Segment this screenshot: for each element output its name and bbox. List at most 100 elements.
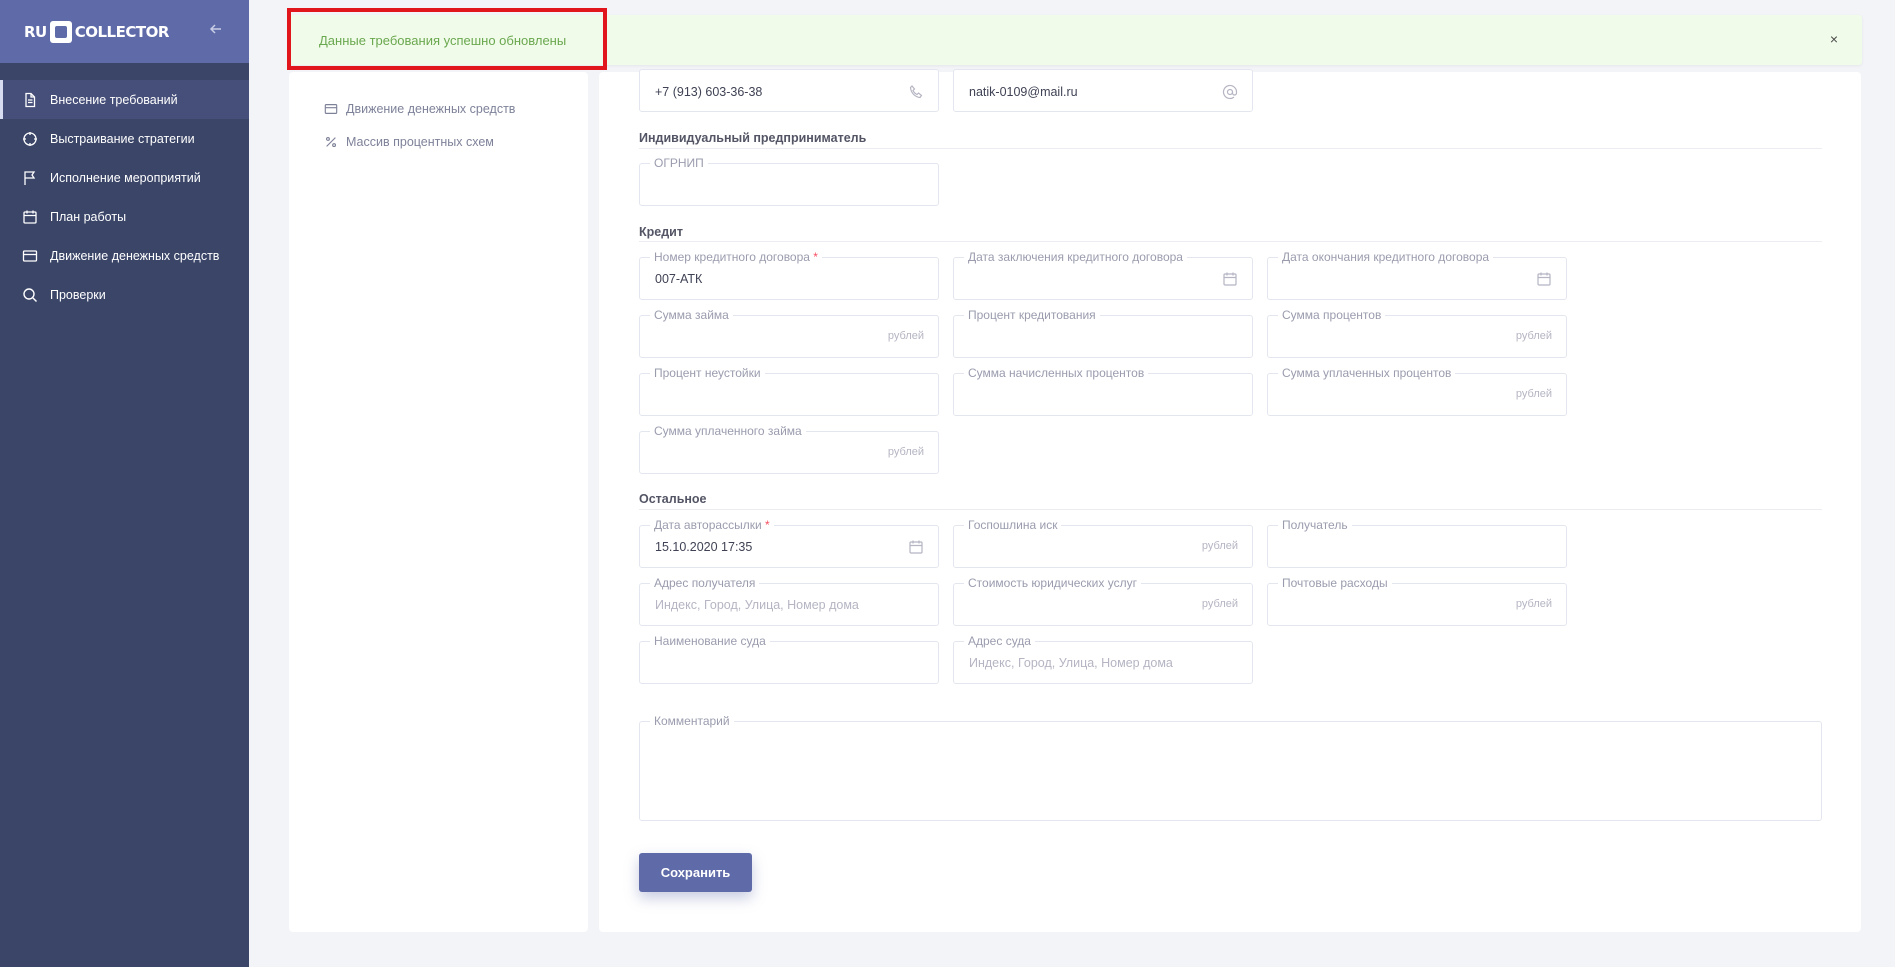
paid-loan-label: Сумма уплаченного займа [650,425,806,438]
postal-cost-field[interactable]: Почтовые расходы рублей [1267,577,1567,626]
at-icon [1222,84,1238,100]
label-text: Номер кредитного договора [654,250,810,264]
contract-date-field[interactable]: Дата заключения кредитного договора [953,251,1253,300]
section-title-ip: Индивидуальный предприниматель [639,131,867,145]
paid-percent-label: Сумма уплаченных процентов [1278,367,1456,380]
section-divider [639,509,1822,510]
loan-sum-field[interactable]: Сумма займа рублей [639,309,939,358]
highlight-annotation-box [287,8,607,70]
logo-text-left: RU [24,22,47,41]
credit-percent-field[interactable]: Процент кредитования [953,309,1253,358]
close-icon[interactable]: × [1830,31,1838,47]
phone-icon [908,84,924,100]
sidebar-item-plan[interactable]: План работы [0,197,249,236]
legal-cost-field[interactable]: Стоимость юридических услуг рублей [953,577,1253,626]
paid-percent-field[interactable]: Сумма уплаченных процентов рублей [1267,367,1567,416]
duty-field[interactable]: Госпошлина иск рублей [953,519,1253,568]
search-icon [22,287,38,303]
contract-number-label: Номер кредитного договора * [650,251,822,264]
contract-number-value: 007-АТК [655,272,703,286]
required-mark: * [765,518,770,532]
recipient-address-field[interactable]: Адрес получателя Индекс, Город, Улица, Н… [639,577,939,626]
subnav-item-percent-schemes[interactable]: Массив процентных схем [324,135,494,149]
accrued-percent-label: Сумма начисленных процентов [964,367,1149,380]
calendar-icon[interactable] [1536,271,1552,287]
currency-suffix: рублей [887,446,924,458]
currency-suffix: рублей [1201,540,1238,552]
recipient-label: Получатель [1278,519,1352,532]
subnav-item-cashflow[interactable]: Движение денежных средств [324,102,515,116]
contract-date-label: Дата заключения кредитного договора [964,251,1187,264]
contract-end-date-field[interactable]: Дата окончания кредитного договора [1267,251,1567,300]
email-field[interactable]: natik-0109@mail.ru [953,69,1253,112]
court-name-label: Наименование суда [650,635,770,648]
court-name-field[interactable]: Наименование суда [639,635,939,684]
autosend-date-field[interactable]: Дата авторассылки * 15.10.2020 17:35 [639,519,939,568]
phone-field[interactable]: +7 (913) 603-36-38 [639,69,939,112]
currency-suffix: рублей [1515,598,1552,610]
save-button[interactable]: Сохранить [639,853,752,892]
section-title-credit: Кредит [639,225,683,239]
sidebar-item-label: Проверки [50,287,106,302]
sidebar-item-label: Внесение требований [50,92,178,107]
contract-number-field[interactable]: Номер кредитного договора * 007-АТК [639,251,939,300]
ogrnip-field[interactable]: ОГРНИП [639,157,939,206]
arrow-left-icon[interactable] [209,22,223,41]
left-subnav-panel: Движение денежных средств Массив процент… [289,72,588,932]
crosshair-icon [22,131,38,147]
percent-sum-field[interactable]: Сумма процентов рублей [1267,309,1567,358]
recipient-address-label: Адрес получателя [650,577,760,590]
court-address-field[interactable]: Адрес суда Индекс, Город, Улица, Номер д… [953,635,1253,684]
percent-icon [325,136,337,148]
currency-suffix: рублей [887,330,924,342]
autosend-value: 15.10.2020 17:35 [655,540,753,554]
subnav-item-label: Массив процентных схем [346,135,494,149]
legal-cost-label: Стоимость юридических услуг [964,577,1141,590]
section-divider [639,241,1822,242]
email-value: natik-0109@mail.ru [969,85,1078,99]
comment-label: Комментарий [650,715,734,728]
sidebar-item-label: План работы [50,209,127,224]
sidebar-item-requirements[interactable]: Внесение требований [0,80,249,119]
phone-value: +7 (913) 603-36-38 [655,85,763,99]
accrued-percent-field[interactable]: Сумма начисленных процентов [953,367,1253,416]
recipient-address-placeholder: Индекс, Город, Улица, Номер дома [655,598,859,612]
autosend-label: Дата авторассылки * [650,519,774,532]
currency-suffix: рублей [1201,598,1238,610]
section-divider [639,148,1822,149]
card-icon [324,104,338,114]
percent-sum-label: Сумма процентов [1278,309,1386,322]
sidebar-item-label: Исполнение мероприятий [50,170,201,185]
credit-percent-label: Процент кредитования [964,309,1100,322]
sidebar-item-checks[interactable]: Проверки [0,275,249,314]
sidebar-item-strategy[interactable]: Выстраивание стратегии [0,119,249,158]
duty-label: Госпошлина иск [964,519,1062,532]
sidebar: RU COLLECTOR Внесение требований Выстраи… [0,0,249,967]
paid-loan-field[interactable]: Сумма уплаченного займа рублей [639,425,939,474]
comment-textarea[interactable]: Комментарий [639,715,1822,821]
logo[interactable]: RU COLLECTOR [24,20,170,43]
penalty-percent-label: Процент неустойки [650,367,765,380]
ogrnip-label: ОГРНИП [650,157,708,170]
calendar-icon[interactable] [1222,271,1238,287]
logo-cube-icon [49,20,72,43]
calendar-icon[interactable] [908,539,924,555]
section-title-other: Остальное [639,492,707,506]
court-address-label: Адрес суда [964,635,1035,648]
card-icon [22,248,38,264]
court-address-placeholder: Индекс, Город, Улица, Номер дома [969,656,1173,670]
sidebar-header: RU COLLECTOR [0,0,249,63]
sidebar-item-label: Движение денежных средств [50,248,220,263]
sidebar-item-label: Выстраивание стратегии [50,131,195,146]
loan-sum-label: Сумма займа [650,309,733,322]
document-icon [22,92,38,108]
flag-icon [22,170,38,186]
recipient-field[interactable]: Получатель [1267,519,1567,568]
penalty-percent-field[interactable]: Процент неустойки [639,367,939,416]
sidebar-item-cashflow[interactable]: Движение денежных средств [0,236,249,275]
required-mark: * [813,250,818,264]
logo-text-right: COLLECTOR [74,22,170,41]
contract-end-label: Дата окончания кредитного договора [1278,251,1494,264]
sidebar-nav: Внесение требований Выстраивание стратег… [0,80,249,314]
sidebar-item-events[interactable]: Исполнение мероприятий [0,158,249,197]
